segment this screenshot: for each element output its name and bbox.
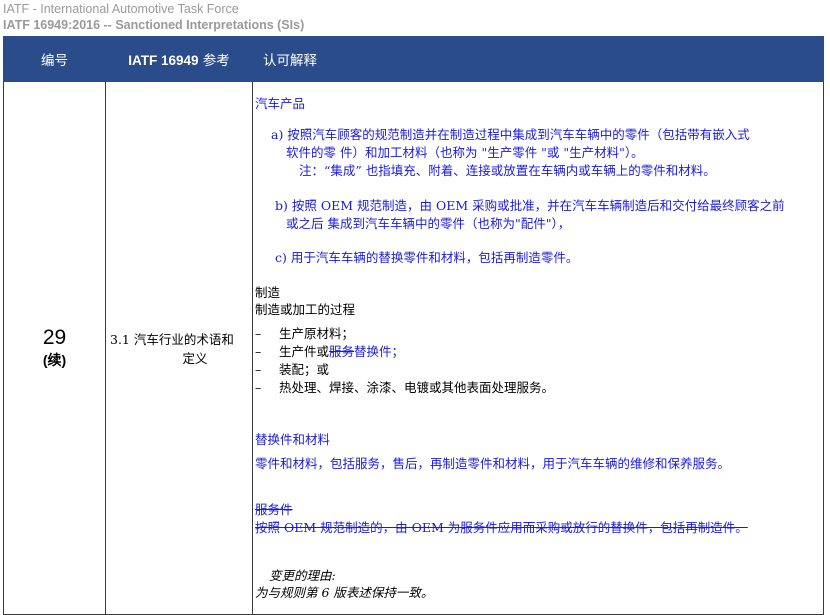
- section-text-service-parts-deleted: 按照 OEM 规范制造的，由 OEM 为服务件应用而采购或放行的替换件，包括再制…: [255, 520, 748, 535]
- section-title-automotive-product: 汽车产品: [255, 96, 306, 111]
- table-row: 29 (续) 3.1 汽车行业的术语和 定义 汽车产品 a) 按照汽车顾客的规范…: [3, 81, 824, 615]
- inserted-text: 替换件；: [354, 344, 405, 359]
- deleted-text: 服务: [329, 344, 355, 359]
- item-a-line2: 软件的零 件）和加工材料（也称为 "生产零件 "或 "生产材料"）。: [286, 145, 644, 160]
- section-subtitle-manufacturing: 制造或加工的过程: [255, 302, 356, 317]
- item-b-line2: 或之后 集成到汽车车辆中的零件（也称为"配件"），: [286, 216, 571, 231]
- number-cell: 29 (续): [3, 81, 106, 615]
- list-item: 装配；或: [279, 362, 330, 377]
- col-header-reference-rest: 参考: [198, 53, 230, 69]
- list-dash: –: [255, 362, 262, 377]
- col-header-number: 编号: [3, 36, 106, 82]
- list-item: 热处理、焊接、涂漆、电镀或其他表面处理服务。: [279, 380, 555, 395]
- list-item: 生产原材料；: [279, 326, 355, 341]
- change-reason-title: 变更的理由:: [269, 568, 336, 583]
- section-title-manufacturing: 制造: [255, 285, 281, 300]
- item-c-line: c) 用于汽车车辆的替换零件和材料，包括再制造零件。: [275, 250, 579, 265]
- reference-line2: 定义: [182, 351, 208, 366]
- document-header: IATF 16949:2016 -- Sanctioned Interpreta…: [3, 18, 305, 32]
- col-header-reference-bold: IATF 16949: [128, 53, 199, 68]
- org-header: IATF - International Automotive Task For…: [3, 2, 239, 16]
- list-item-text: 生产件或: [279, 344, 330, 359]
- list-dash: –: [255, 380, 262, 395]
- section-text-replacement-parts: 零件和材料，包括服务，售后，再制造零件和材料，用于汽车车辆的维修和保养服务。: [255, 456, 731, 471]
- item-a-note: 注：“集成” 也指填充、附着、连接或放置在车辆内或车辆上的零件和材料。: [299, 163, 716, 178]
- list-item: 生产件或服务替换件；: [279, 344, 404, 360]
- section-title-replacement-parts: 替换件和材料: [255, 432, 331, 447]
- list-dash: –: [255, 344, 262, 359]
- section-title-service-parts-deleted: 服务件: [255, 502, 293, 517]
- interpretation-continued: (续): [42, 352, 67, 368]
- interpretation-number: 29: [42, 326, 67, 349]
- col-header-interpretation: 认可解释: [252, 36, 824, 82]
- reference-cell: 3.1 汽车行业的术语和 定义: [105, 81, 253, 615]
- reference-line1: 3.1 汽车行业的术语和: [110, 332, 234, 347]
- interpretation-cell: 汽车产品 a) 按照汽车顾客的规范制造并在制造过程中集成到汽车车辆中的零件（包括…: [252, 81, 824, 615]
- list-dash: –: [255, 326, 262, 341]
- change-reason-text: 为与规则第 6 版表述保持一致。: [255, 585, 434, 600]
- col-header-reference: IATF 16949 参考: [105, 36, 253, 82]
- item-b-line1: b) 按照 OEM 规范制造，由 OEM 采购或批准，并在汽车车辆制造后和交付给…: [275, 198, 785, 213]
- interpretations-table: 编号 IATF 16949 参考 认可解释 29 (续) 3.1 汽车行业的术语…: [3, 36, 824, 615]
- table-header-row: 编号 IATF 16949 参考 认可解释: [3, 36, 824, 82]
- item-a-line1: a) 按照汽车顾客的规范制造并在制造过程中集成到汽车车辆中的零件（包括带有嵌入式: [271, 127, 750, 142]
